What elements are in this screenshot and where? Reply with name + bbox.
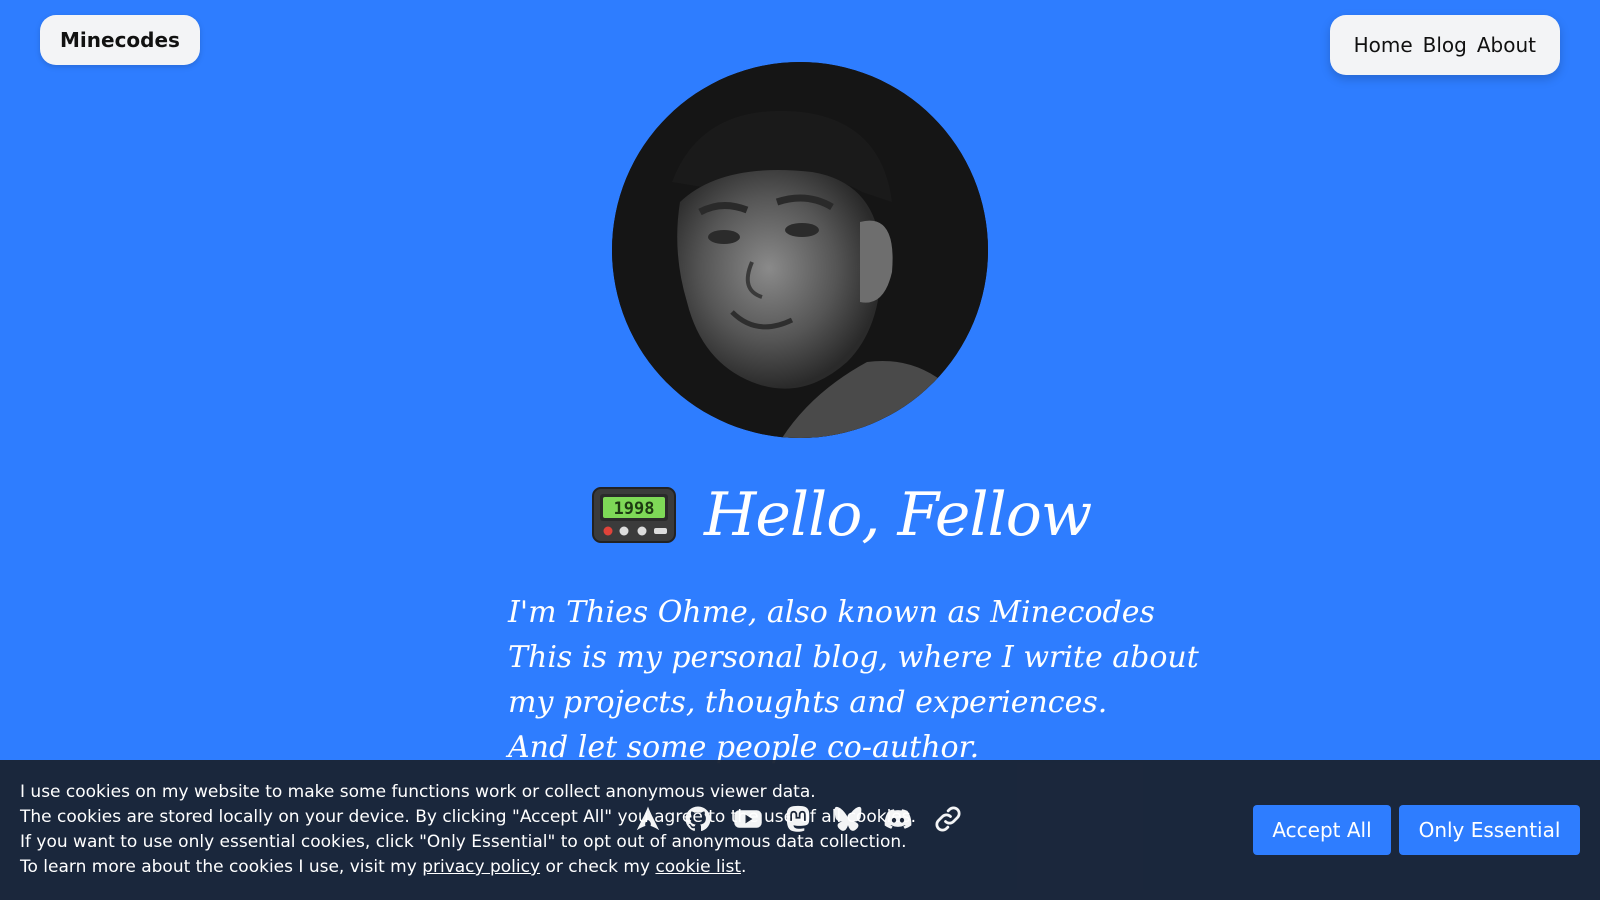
cookie-text: I use cookies on my website to make some… <box>20 780 916 880</box>
profile-avatar <box>612 62 988 438</box>
intro-line: I'm Thies Ohme, also known as Minecodes <box>508 595 1155 630</box>
intro-line: my projects, thoughts and experiences. <box>508 685 1108 720</box>
cookie-line: The cookies are stored locally on your d… <box>20 807 917 827</box>
link-icon[interactable] <box>932 803 964 835</box>
hero-heading-row: 1998 Hello, Fellow <box>592 480 1092 550</box>
cookie-list-link[interactable]: cookie list <box>655 857 741 877</box>
accept-all-button[interactable]: Accept All <box>1253 805 1391 855</box>
pager-icon: 1998 <box>592 487 676 543</box>
hero-heading: Hello, Fellow <box>704 480 1092 550</box>
brand-link[interactable]: Minecodes <box>40 15 200 65</box>
cookie-line-suffix: . <box>741 857 747 877</box>
cookie-line-middle: or check my <box>545 857 651 877</box>
privacy-policy-link[interactable]: privacy policy <box>422 857 540 877</box>
nav-about[interactable]: About <box>1477 33 1536 57</box>
cookie-line: To learn more about the cookies I use, v… <box>20 855 916 880</box>
hero-intro: I'm Thies Ohme, also known as Minecodes … <box>508 590 1199 770</box>
cookie-banner: I use cookies on my website to make some… <box>0 760 1600 900</box>
cookie-line-prefix: To learn more about the cookies I use, v… <box>20 857 417 877</box>
only-essential-button[interactable]: Only Essential <box>1399 805 1580 855</box>
main-nav: Home Blog About <box>1329 15 1560 75</box>
pager-display: 1998 <box>614 499 655 519</box>
intro-line: This is my personal blog, where I write … <box>508 640 1199 675</box>
cookie-line: If you want to use only essential cookie… <box>20 832 907 852</box>
nav-blog[interactable]: Blog <box>1423 33 1467 57</box>
cookie-line: I use cookies on my website to make some… <box>20 782 816 802</box>
nav-home[interactable]: Home <box>1354 33 1413 57</box>
